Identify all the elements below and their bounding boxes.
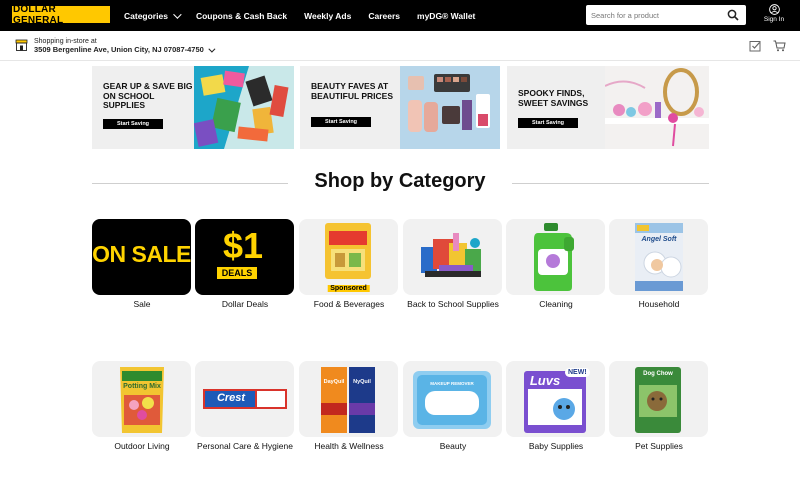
search-icon[interactable]	[727, 9, 739, 21]
nyquil-text: NyQuil	[353, 379, 371, 385]
category-tile: Luvs NEW!	[506, 361, 605, 437]
potting-mix-image	[120, 367, 164, 433]
category-back-to-school[interactable]: Back to School Supplies	[403, 219, 503, 310]
food-products-image	[325, 223, 371, 279]
category-beauty[interactable]: MAKEUP REMOVER Beauty	[403, 361, 503, 452]
category-tile: MAKEUP REMOVER	[403, 361, 502, 437]
category-label: Food & Beverages	[313, 299, 385, 309]
category-label: Dollar Deals	[221, 299, 269, 309]
category-label: Sale	[133, 299, 151, 309]
start-saving-button[interactable]: Start Saving	[103, 119, 163, 129]
category-dollar-deals[interactable]: $1 DEALS Dollar Deals	[195, 219, 295, 310]
main-nav: Categories Coupons & Cash Back Weekly Ad…	[124, 0, 492, 31]
category-tile: Crest	[195, 361, 294, 437]
start-saving-button[interactable]: Start Saving	[311, 117, 371, 127]
chevron-down-icon	[173, 9, 182, 19]
halloween-decor-image	[605, 66, 709, 149]
category-tile: ON SALE	[92, 219, 191, 295]
category-personal-care[interactable]: Crest Personal Care & Hygiene	[195, 361, 295, 452]
category-baby-supplies[interactable]: Luvs NEW! Baby Supplies	[506, 361, 606, 452]
section-title-text: Shop by Category	[300, 170, 500, 192]
category-food-beverages[interactable]: Sponsored Food & Beverages	[299, 219, 399, 310]
category-cleaning[interactable]: Cleaning	[506, 219, 606, 310]
angel-soft-text: Angel Soft	[641, 236, 677, 243]
category-label: Pet Supplies	[635, 441, 683, 451]
category-tile: DayQuil NyQuil	[299, 361, 398, 437]
category-label: Beauty	[439, 441, 467, 451]
nav-categories[interactable]: Categories	[124, 9, 182, 21]
section-title: Shop by Category	[0, 170, 800, 193]
category-health-wellness[interactable]: DayQuil NyQuil Health & Wellness	[299, 361, 399, 452]
user-icon	[768, 4, 780, 15]
new-badge: NEW!	[565, 368, 590, 377]
sign-in-button[interactable]: Sign In	[759, 4, 789, 23]
banner-text: GEAR UP & SAVE BIG ON SCHOOL SUPPLIES	[103, 81, 193, 110]
dog-chow-text: Dog Chow	[643, 371, 673, 377]
promo-banner-school[interactable]: GEAR UP & SAVE BIG ON SCHOOL SUPPLIES St…	[92, 66, 294, 149]
store-address-text: 3509 Bergenline Ave, Union City, NJ 0708…	[34, 45, 204, 54]
category-sale[interactable]: ON SALE Sale	[92, 219, 192, 310]
category-tile: Sponsored	[299, 219, 398, 295]
crest-text: Crest	[216, 392, 246, 404]
category-pet-supplies[interactable]: Dog Chow Pet Supplies	[609, 361, 709, 452]
category-household[interactable]: Angel Soft Household	[609, 219, 709, 310]
category-label: Personal Care & Hygiene	[197, 441, 293, 451]
beauty-products-image	[400, 66, 500, 149]
promo-banner-beauty[interactable]: BEAUTY FAVES AT BEAUTIFUL PRICES Start S…	[300, 66, 500, 149]
nav-categories-label: Categories	[124, 10, 168, 21]
banner-text: BEAUTY FAVES AT BEAUTIFUL PRICES	[311, 81, 394, 101]
promo-banner-halloween[interactable]: SPOOKY FINDS, SWEET SAVINGS Start Saving	[507, 66, 709, 149]
sign-in-label: Sign In	[763, 16, 785, 23]
category-tile	[506, 219, 605, 295]
cart-icon[interactable]	[773, 40, 786, 52]
category-tile: Dog Chow	[609, 361, 708, 437]
category-tile: Angel Soft	[609, 219, 708, 295]
category-outdoor-living[interactable]: Potting Mix Outdoor Living	[92, 361, 192, 452]
makeup-wipes-image	[413, 371, 491, 429]
top-nav-bar: DOLLAR GENERAL Categories Coupons & Cash…	[0, 0, 800, 31]
on-sale-text: ON SALE	[92, 241, 191, 267]
toilet-paper-image	[635, 223, 683, 291]
dollar-sign-text: $1	[223, 225, 264, 266]
category-tile: $1 DEALS	[195, 219, 294, 295]
search-input[interactable]	[586, 10, 716, 20]
school-supplies-image	[194, 66, 294, 149]
category-tile	[403, 219, 502, 295]
search-box	[586, 5, 746, 25]
cold-medicine-image	[321, 367, 375, 433]
category-label: Outdoor Living	[114, 441, 170, 451]
deals-text: DEALS	[217, 267, 257, 279]
store-selector[interactable]: Shopping in-store at 3509 Bergenline Ave…	[34, 38, 216, 54]
nav-weekly-ads[interactable]: Weekly Ads	[304, 11, 351, 21]
potting-mix-text: Potting Mix	[123, 383, 161, 390]
school-supplies-image	[421, 233, 481, 277]
store-address: 3509 Bergenline Ave, Union City, NJ 0708…	[34, 45, 216, 54]
category-label: Back to School Supplies	[407, 299, 499, 309]
category-label: Health & Wellness	[314, 441, 384, 451]
logo-text: DOLLAR GENERAL	[13, 3, 64, 26]
detergent-bottle-image	[534, 223, 574, 291]
category-label: Household	[638, 299, 680, 309]
category-label: Baby Supplies	[528, 441, 584, 451]
dollar-general-logo[interactable]: DOLLAR GENERAL	[12, 3, 110, 26]
nav-careers[interactable]: Careers	[368, 11, 400, 21]
luvs-text: Luvs	[529, 373, 561, 388]
shopping-list-icon[interactable]	[749, 40, 762, 52]
category-tile: Potting Mix	[92, 361, 191, 437]
dayquil-text: DayQuil	[323, 379, 345, 385]
nav-coupons[interactable]: Coupons & Cash Back	[196, 11, 287, 21]
category-label: Cleaning	[539, 299, 573, 309]
sponsored-badge: Sponsored	[327, 285, 370, 292]
start-saving-button[interactable]: Start Saving	[518, 118, 578, 128]
nav-mydg-wallet[interactable]: myDG® Wallet	[417, 11, 475, 21]
banner-text: SPOOKY FINDS, SWEET SAVINGS	[518, 88, 589, 108]
store-icon	[15, 39, 28, 51]
makeup-remover-text: MAKEUP REMOVER	[430, 381, 474, 386]
